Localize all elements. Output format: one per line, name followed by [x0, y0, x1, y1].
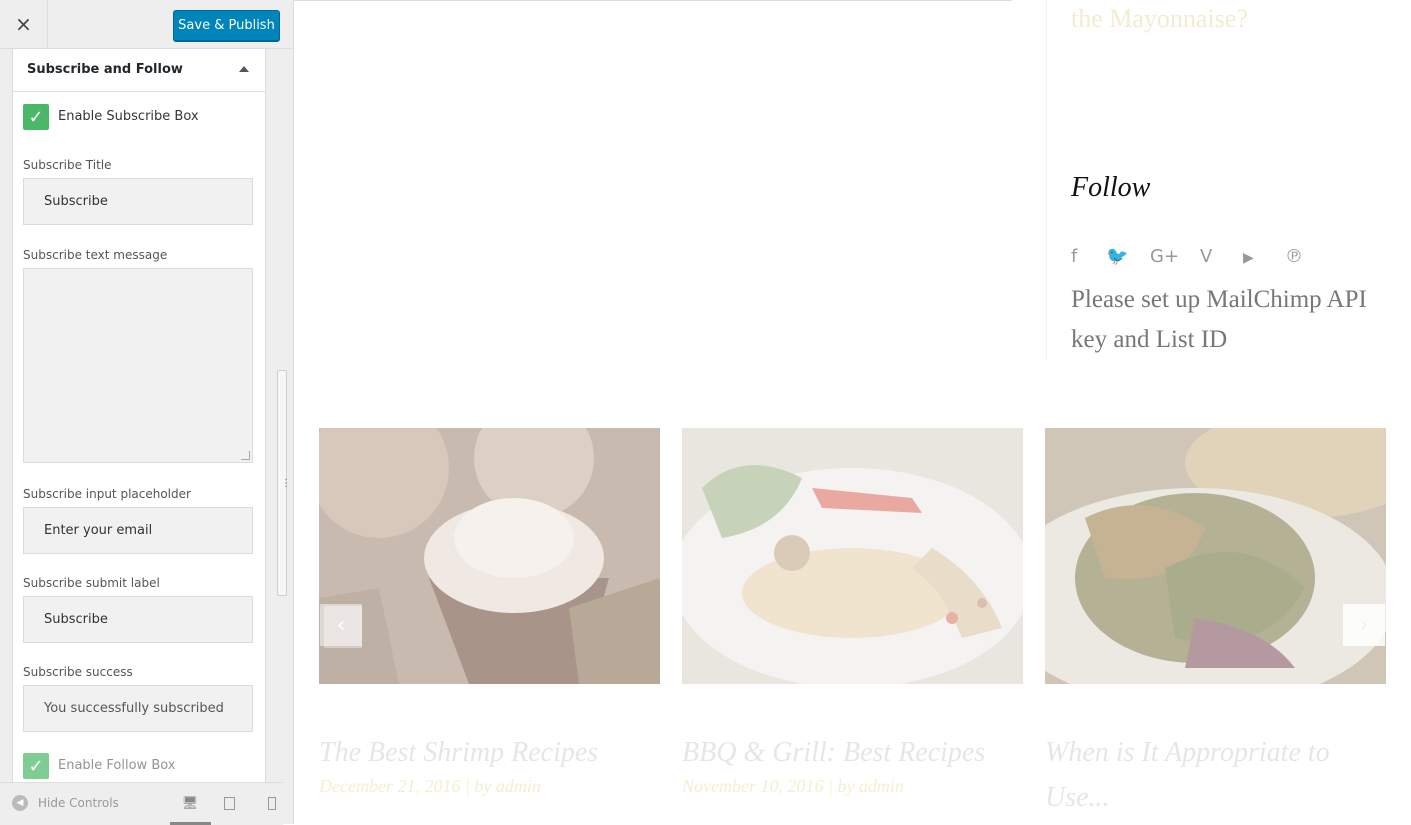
hide-controls-button[interactable]: ◀ Hide Controls [12, 795, 119, 811]
post-date: December 21, 2016 [319, 776, 461, 796]
twitter-icon[interactable]: 🐦 [1106, 246, 1128, 267]
divider [294, 0, 1012, 1]
facebook-icon[interactable]: f [1071, 246, 1077, 267]
pinterest-icon[interactable]: ℗ [1285, 246, 1303, 267]
bbq-dish-illustration [682, 428, 1023, 684]
submit-label-field[interactable]: Subscribe [23, 596, 253, 643]
success-label: Subscribe success [23, 665, 133, 679]
customizer-topbar: × Save & Publish [0, 0, 293, 49]
subscribe-follow-section: Subscribe and Follow ✓ Enable Subscribe … [12, 49, 266, 782]
controls-scroll-area[interactable]: Subscribe and Follow ✓ Enable Subscribe … [0, 49, 293, 782]
sidebar-post-title-fragment[interactable]: the Mayonnaise? [1071, 4, 1248, 34]
subscribe-title-input[interactable]: Subscribe [23, 178, 253, 225]
post-title[interactable]: BBQ & Grill: Best Recipes [682, 730, 1023, 775]
desktop-icon[interactable]: 🖥 [182, 795, 199, 811]
resize-handle-icon[interactable] [241, 451, 250, 460]
vimeo-icon[interactable]: V [1200, 246, 1212, 267]
arrow-left-circle-icon: ◀ [12, 795, 28, 811]
enable-follow-checkbox[interactable]: ✓ [23, 753, 49, 779]
success-field[interactable]: You successfully subscribed [23, 685, 253, 732]
salad-illustration [1045, 428, 1386, 684]
carousel-prev-button[interactable]: ‹ [320, 604, 362, 646]
sidebar-divider [1046, 0, 1047, 360]
subscribe-text-label: Subscribe text message [23, 248, 168, 262]
tablet-icon[interactable] [224, 797, 235, 810]
check-icon: ✓ [28, 106, 44, 128]
youtube-icon[interactable]: ▶ [1243, 250, 1254, 266]
carousel-next-button[interactable]: › [1343, 604, 1385, 646]
post-title[interactable]: The Best Shrimp Recipes [319, 730, 660, 775]
site-preview[interactable]: the Mayonnaise? Follow f 🐦 G+ V ▶ ℗ Plea… [294, 0, 1411, 824]
post-image-salad[interactable] [1045, 428, 1386, 684]
enable-subscribe-label: Enable Subscribe Box [58, 109, 199, 124]
close-icon[interactable]: × [15, 12, 32, 36]
hide-controls-label: Hide Controls [38, 796, 119, 810]
meta-separator: | [464, 776, 470, 796]
post-image-cupcakes[interactable] [319, 428, 660, 684]
mailchimp-message: Please set up MailChimp API key and List… [1071, 286, 1367, 353]
post-date: November 10, 2016 [682, 776, 824, 796]
chevron-right-icon: › [1359, 612, 1369, 638]
enable-subscribe-checkbox[interactable]: ✓ [23, 104, 49, 130]
subscribe-text-textarea[interactable] [23, 268, 253, 463]
post-image-bbq[interactable] [682, 428, 1023, 684]
close-button[interactable]: × [0, 0, 48, 48]
post-author[interactable]: by admin [837, 776, 904, 796]
post-title[interactable]: When is It Appropriate to Use... [1045, 730, 1386, 820]
mobile-icon[interactable] [268, 797, 276, 810]
post-meta: November 10, 2016 | by admin [682, 776, 904, 797]
submit-label-label: Subscribe submit label [23, 576, 160, 590]
post-meta: December 21, 2016 | by admin [319, 776, 541, 797]
check-icon: ✓ [28, 755, 44, 777]
post-author[interactable]: by admin [474, 776, 541, 796]
section-title: Subscribe and Follow [27, 62, 183, 77]
panel-resize-grip-icon[interactable]: ⋮ [281, 478, 291, 489]
input-placeholder-field[interactable]: Enter your email [23, 507, 253, 554]
enable-follow-label: Enable Follow Box [58, 758, 176, 773]
input-placeholder-label: Subscribe input placeholder [23, 487, 191, 501]
meta-separator: | [827, 776, 833, 796]
cupcakes-illustration [319, 428, 660, 684]
chevron-left-icon: ‹ [336, 612, 346, 638]
follow-heading: Follow [1071, 172, 1151, 203]
save-publish-button[interactable]: Save & Publish [173, 10, 280, 41]
customizer-panel: × Save & Publish Subscribe and Follow ✓ … [0, 0, 294, 825]
google-plus-icon[interactable]: G+ [1150, 246, 1179, 267]
subscribe-title-label: Subscribe Title [23, 158, 112, 172]
collapse-arrow-icon[interactable] [239, 66, 249, 72]
customizer-footer: ◀ Hide Controls 🖥 [0, 782, 283, 825]
section-header[interactable]: Subscribe and Follow [13, 49, 265, 92]
